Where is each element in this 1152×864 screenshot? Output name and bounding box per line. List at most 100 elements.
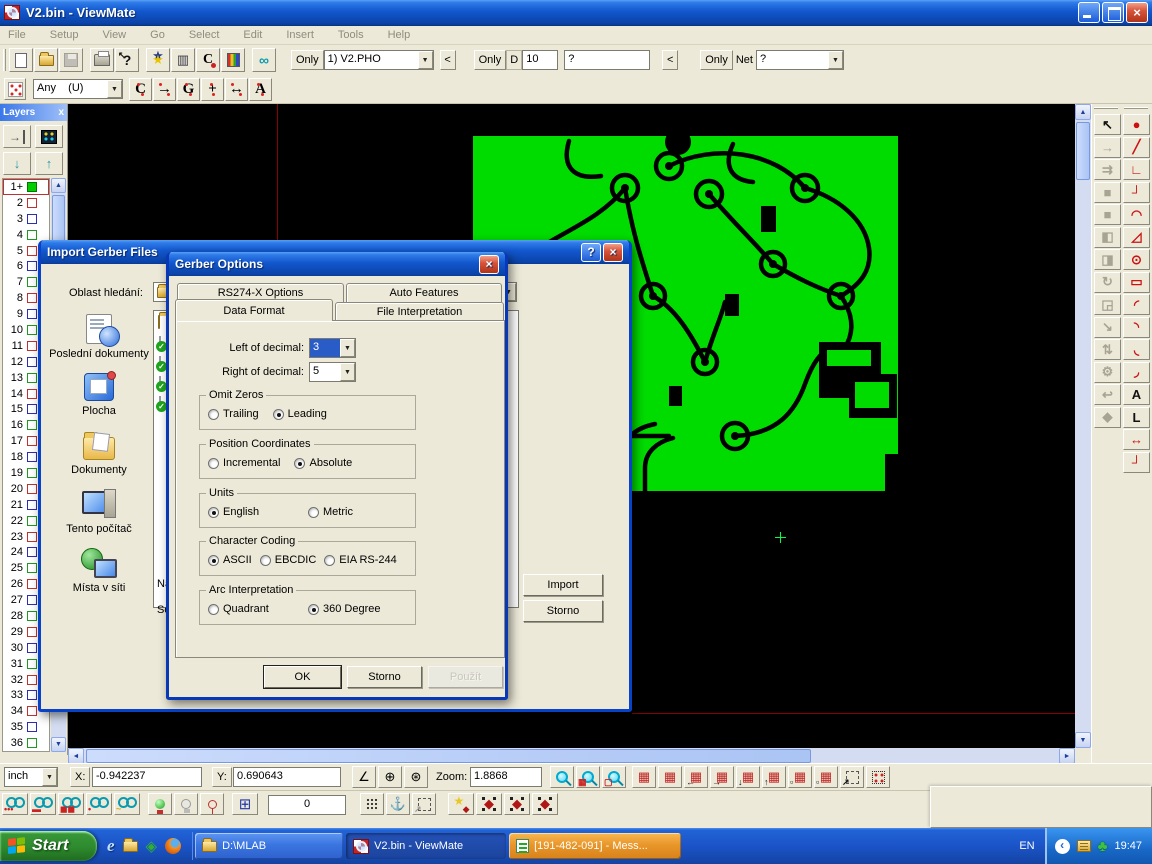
layer-color-swatch[interactable]	[27, 595, 37, 605]
layer-list-button[interactable]	[35, 125, 63, 148]
view-outline-button[interactable]: •	[86, 793, 112, 815]
layer-color-swatch[interactable]	[27, 182, 37, 192]
snap-grid-button[interactable]	[360, 793, 384, 815]
grid-up-button[interactable]: ▦↑	[762, 766, 786, 788]
place-item[interactable]: Dokumenty	[49, 430, 149, 476]
save-button[interactable]	[59, 48, 83, 72]
radio-icon[interactable]	[208, 604, 219, 615]
auto-pan-button[interactable]: ⊛	[404, 766, 428, 788]
gerber-file-icon[interactable]	[159, 396, 161, 410]
node-edit-button[interactable]: ◆	[1094, 407, 1121, 428]
canvas-vscrollbar[interactable]: ▲ ▼	[1075, 104, 1091, 748]
scroll-down-icon[interactable]: ▼	[1075, 732, 1091, 748]
layer-color-swatch[interactable]	[27, 341, 37, 351]
draw-rectangle-button[interactable]: ▭	[1123, 272, 1150, 293]
settings-gear-button[interactable]: ⚙	[1094, 362, 1121, 383]
layer-color-swatch[interactable]	[27, 309, 37, 319]
tile-windows-button[interactable]: ⊞	[232, 793, 258, 815]
layer-color-swatch[interactable]	[27, 325, 37, 335]
print-button[interactable]	[90, 48, 114, 72]
close-button[interactable]: ×	[1126, 2, 1148, 23]
layer-row[interactable]: 36	[3, 735, 49, 751]
layer-up-button[interactable]: ↑	[35, 152, 63, 175]
layer-row[interactable]: 2	[3, 195, 49, 211]
tab-auto-features[interactable]: Auto Features	[346, 283, 502, 302]
open-button[interactable]	[34, 48, 58, 72]
flash-select-button[interactable]	[448, 793, 474, 815]
radio-icon[interactable]	[208, 409, 219, 420]
flash-mode-button[interactable]: ★	[146, 48, 170, 72]
radio-icon[interactable]	[208, 458, 219, 469]
angle-tool-button[interactable]: ∠	[352, 766, 376, 788]
layer-down-button[interactable]: ↓	[3, 152, 31, 175]
draw-arc-4-button[interactable]: ◞	[1123, 362, 1150, 383]
layer-color-swatch[interactable]	[27, 611, 37, 621]
hscroll-thumb[interactable]	[86, 749, 811, 763]
select-filter-button[interactable]	[4, 78, 26, 100]
highlight-off-button[interactable]	[174, 793, 198, 815]
layer-color-swatch[interactable]	[27, 563, 37, 573]
select-arrow-button[interactable]: →	[153, 78, 176, 101]
minimize-button[interactable]	[1078, 2, 1100, 23]
view-sketch-button[interactable]: ~	[114, 793, 140, 815]
draw-spline-button[interactable]: ◠	[1123, 204, 1150, 225]
taskbar-task-button[interactable]: V2.bin - ViewMate	[346, 833, 506, 859]
scroll-up-icon[interactable]: ▲	[51, 178, 66, 193]
menu-insert[interactable]: Insert	[286, 29, 314, 41]
select-circle-button[interactable]: C	[129, 78, 152, 101]
radio-icon[interactable]	[294, 458, 305, 469]
grid-origin-button[interactable]: ▦▫	[814, 766, 838, 788]
draw-path-button[interactable]: ┘	[1123, 182, 1150, 203]
radio-icon[interactable]	[308, 507, 319, 518]
step-count-field[interactable]: 0	[268, 795, 346, 815]
radio-option[interactable]: Leading	[273, 408, 327, 420]
radio-option[interactable]: English	[208, 506, 294, 518]
layer-color-swatch[interactable]	[27, 261, 37, 271]
select-area-button[interactable]	[866, 766, 890, 788]
menu-edit[interactable]: Edit	[243, 29, 262, 41]
draw-arc-1-button[interactable]: ◜	[1123, 294, 1150, 315]
layer-color-swatch[interactable]	[27, 277, 37, 287]
chevron-down-icon[interactable]: ▼	[42, 768, 57, 786]
view-active-layer-button[interactable]: ▬	[30, 793, 56, 815]
fill-square-2-button[interactable]: ■	[1094, 204, 1121, 225]
folder-icon[interactable]	[158, 315, 160, 329]
radio-icon[interactable]	[273, 409, 284, 420]
scroll-up-icon[interactable]: ▲	[1075, 104, 1091, 120]
select-text-button[interactable]: A	[249, 78, 272, 101]
scroll-left-icon[interactable]: ◄	[68, 748, 84, 764]
radio-icon[interactable]	[324, 555, 335, 566]
radio-icon[interactable]	[208, 507, 219, 518]
goto-layer-button[interactable]: →	[3, 125, 31, 148]
menu-help[interactable]: Help	[388, 29, 411, 41]
zoom-area-button[interactable]: ↗	[840, 766, 864, 788]
gerber-file-icon[interactable]	[159, 336, 161, 350]
radio-option[interactable]: Absolute	[294, 457, 352, 469]
layer-color-swatch[interactable]	[27, 659, 37, 669]
pad-select-button[interactable]	[476, 793, 502, 815]
layer-color-swatch[interactable]	[27, 246, 37, 256]
radio-option[interactable]: EBCDIC	[260, 554, 317, 566]
vscroll-thumb[interactable]	[1076, 122, 1090, 180]
gerber-file-icon[interactable]	[159, 356, 161, 370]
chevron-down-icon[interactable]: ▼	[340, 339, 355, 357]
layer-color-swatch[interactable]	[27, 436, 37, 446]
snap-button[interactable]: ↘	[1094, 317, 1121, 338]
layer-color-swatch[interactable]	[27, 389, 37, 399]
maximize-button[interactable]	[1102, 2, 1124, 23]
storno-button[interactable]: Storno	[347, 666, 422, 688]
menu-setup[interactable]: Setup	[50, 29, 79, 41]
storno-button[interactable]: Storno	[523, 600, 603, 622]
ok-button[interactable]: OK	[264, 666, 341, 688]
layer-color-swatch[interactable]	[27, 484, 37, 494]
highlight-net-button[interactable]	[200, 793, 224, 815]
toolbar-grip[interactable]	[3, 49, 6, 71]
radio-option[interactable]: Incremental	[208, 457, 280, 469]
menu-select[interactable]: Select	[189, 29, 220, 41]
chevron-down-icon[interactable]: ▼	[418, 51, 433, 69]
rotate-button[interactable]: ↻	[1094, 272, 1121, 293]
layer-color-swatch[interactable]	[27, 357, 37, 367]
net-combo[interactable]: ? ▼	[756, 50, 844, 70]
grid-right-button[interactable]: ▦→	[710, 766, 734, 788]
radio-option[interactable]: ASCII	[208, 554, 252, 566]
